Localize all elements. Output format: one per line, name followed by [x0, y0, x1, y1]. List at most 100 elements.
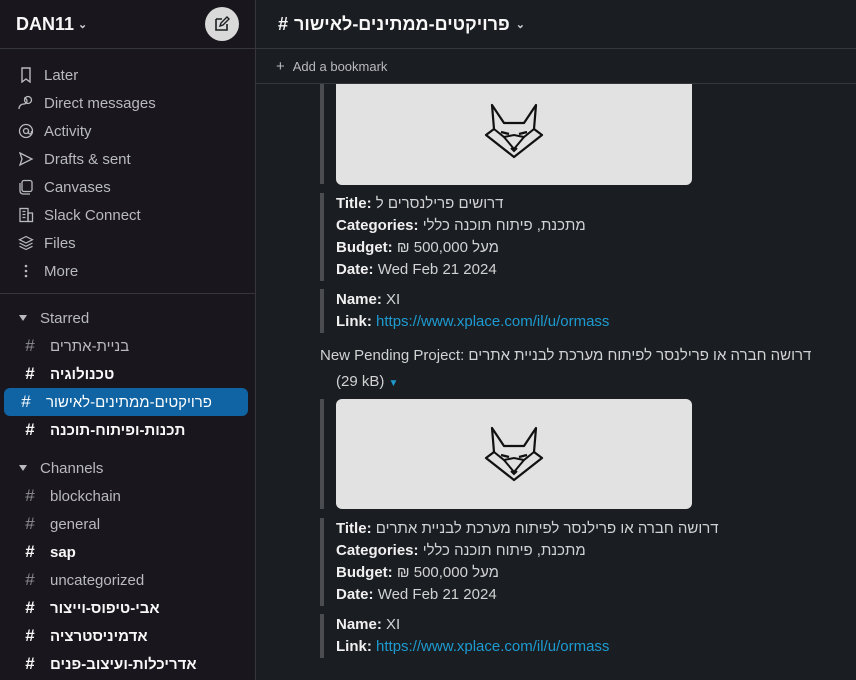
sidebar-nav: Later Direct messages Activity Drafts & …: [0, 49, 255, 294]
workspace-switcher[interactable]: DAN11 ⌄: [16, 14, 87, 35]
channel-name: אדריכלות-ועיצוב-פנים: [50, 655, 197, 673]
send-icon: [18, 151, 34, 167]
compose-icon: [215, 16, 230, 31]
nav-item-canvases[interactable]: Canvases: [0, 173, 255, 201]
nav-item-drafts-sent[interactable]: Drafts & sent: [0, 145, 255, 173]
channel-name: אבי-טיפוס-וייצור: [50, 599, 160, 617]
title-field: Title: דרושה חברה או פרילנסר לפיתוח מערכ…: [336, 518, 856, 540]
channel-name: אדמיניסטרציה: [50, 627, 148, 645]
field-label: Link:: [336, 313, 372, 330]
channel-name: פרויקטים-ממתינים-לאישור: [46, 393, 212, 411]
author-fields: Name: XI Link: https://www.xplace.com/il…: [320, 289, 856, 333]
channel-item[interactable]: # בניית-אתרים: [4, 332, 248, 360]
channel-item[interactable]: # אבי-טיפוס-וייצור: [4, 594, 248, 622]
channel-item[interactable]: # טכנולוגיה: [4, 360, 248, 388]
categories-field: Categories: מתכנת, פיתוח תוכנה כללי: [336, 215, 856, 237]
channel-name: uncategorized: [50, 571, 145, 589]
link-field: Link: https://www.xplace.com/il/u/ormass: [336, 311, 856, 333]
channel-name: sap: [50, 543, 76, 561]
starred-section-header[interactable]: Starred: [0, 304, 255, 332]
field-value: Wed Feb 21 2024: [377, 261, 497, 278]
message-fields: Title: דרושים פרילנסרים ל Categories: מת…: [320, 193, 856, 281]
budget-field: Budget: ₪ 500,000 מעל: [336, 237, 856, 259]
sidebar: DAN11 ⌄ Later Direct messages Activity D…: [0, 0, 256, 680]
channel-item[interactable]: # general: [4, 510, 248, 538]
pending-project-text: New Pending Project: דרושה חברה או פרילנ…: [320, 347, 812, 364]
date-field: Date: Wed Feb 21 2024: [336, 259, 856, 281]
nav-item-direct-messages[interactable]: Direct messages: [0, 89, 255, 117]
direct-messages-icon: [18, 95, 34, 111]
hash-icon: #: [25, 420, 35, 439]
field-label: Name:: [336, 291, 382, 308]
field-label: Title:: [336, 195, 372, 212]
nav-item-slack-connect[interactable]: Slack Connect: [0, 201, 255, 229]
channels-section-header[interactable]: Channels: [0, 454, 255, 482]
project-link[interactable]: https://www.xplace.com/il/u/ormass: [376, 638, 609, 655]
activity-icon: [18, 123, 34, 139]
more-icon: [18, 263, 34, 279]
channel-item[interactable]: # sap: [4, 538, 248, 566]
title-field: Title: דרושים פרילנסרים ל: [336, 193, 856, 215]
channel-name: blockchain: [50, 487, 121, 505]
channel-item[interactable]: # תכנות-ופיתוח-תוכנה: [4, 416, 248, 444]
nav-item-label: Activity: [44, 122, 92, 140]
message-text: New Pending Project: דרושה חברה או פרילנ…: [256, 345, 856, 367]
chevron-down-icon: ⌄: [515, 18, 525, 31]
hash-icon: #: [25, 486, 35, 505]
channel-item-active[interactable]: # פרויקטים-ממתינים-לאישור: [4, 388, 248, 416]
nav-item-label: Files: [44, 234, 76, 252]
nav-item-later[interactable]: Later: [0, 61, 255, 89]
caret-down-icon: [18, 314, 28, 322]
field-label: Categories:: [336, 217, 419, 234]
channel-title-button[interactable]: # פרויקטים-ממתינים-לאישור ⌄: [278, 14, 525, 35]
message-list: Title: דרושים פרילנסרים ל Categories: מת…: [256, 84, 856, 658]
channel-view: # פרויקטים-ממתינים-לאישור ⌄ + Add a book…: [256, 0, 856, 680]
hash-icon: #: [25, 364, 35, 383]
nav-item-activity[interactable]: Activity: [0, 117, 255, 145]
field-label: Title:: [336, 520, 372, 537]
channel-item[interactable]: # uncategorized: [4, 566, 248, 594]
nav-item-label: More: [44, 262, 79, 280]
channel-item[interactable]: # אדמיניסטרציה: [4, 622, 248, 650]
nav-item-label: Canvases: [44, 178, 111, 196]
field-value: ₪ 500,000 מעל: [396, 564, 499, 581]
building-icon: [18, 207, 34, 223]
field-value: Wed Feb 21 2024: [377, 586, 497, 603]
name-field: Name: XI: [336, 289, 856, 311]
starred-section: Starred # בניית-אתרים # טכנולוגיה # פרוי…: [0, 294, 255, 444]
image-attachment-bar: [320, 399, 856, 509]
workspace-name: DAN11: [16, 13, 75, 34]
link-field: Link: https://www.xplace.com/il/u/ormass: [336, 636, 856, 658]
caret-down-icon[interactable]: ▼: [389, 378, 399, 389]
nav-item-more[interactable]: More: [0, 257, 255, 285]
channel-title: פרויקטים-ממתינים-לאישור: [294, 13, 510, 34]
project-link[interactable]: https://www.xplace.com/il/u/ormass: [376, 313, 609, 330]
channel-header: # פרויקטים-ממתינים-לאישור ⌄: [256, 0, 856, 49]
image-attachment[interactable]: [336, 399, 692, 509]
field-label: Budget:: [336, 564, 393, 581]
hash-icon: #: [21, 392, 31, 411]
add-bookmark-button[interactable]: + Add a bookmark: [256, 49, 856, 84]
field-label: Link:: [336, 638, 372, 655]
nav-item-label: Drafts & sent: [44, 150, 131, 168]
nav-item-files[interactable]: Files: [0, 229, 255, 257]
image-attachment[interactable]: [336, 84, 692, 185]
channel-name: תכנות-ופיתוח-תוכנה: [50, 421, 186, 439]
field-value: דרושים פרילנסרים ל: [375, 195, 504, 212]
compose-button[interactable]: [205, 7, 239, 41]
date-field: Date: Wed Feb 21 2024: [336, 584, 856, 606]
field-value: XI: [386, 616, 401, 633]
hash-icon: #: [25, 570, 35, 589]
plus-icon: +: [276, 57, 285, 75]
field-label: Categories:: [336, 542, 419, 559]
field-label: Date:: [336, 586, 374, 603]
channel-item[interactable]: # אדריכלות-ועיצוב-פנים: [4, 650, 248, 678]
field-value: מתכנת, פיתוח תוכנה כללי: [422, 217, 586, 234]
file-size: (29 kB): [336, 373, 385, 390]
channel-item[interactable]: # blockchain: [4, 482, 248, 510]
field-label: Date:: [336, 261, 374, 278]
hash-icon: #: [25, 514, 35, 533]
hash-icon: #: [25, 654, 35, 673]
caret-down-icon: [18, 464, 28, 472]
hash-icon: #: [25, 336, 35, 355]
